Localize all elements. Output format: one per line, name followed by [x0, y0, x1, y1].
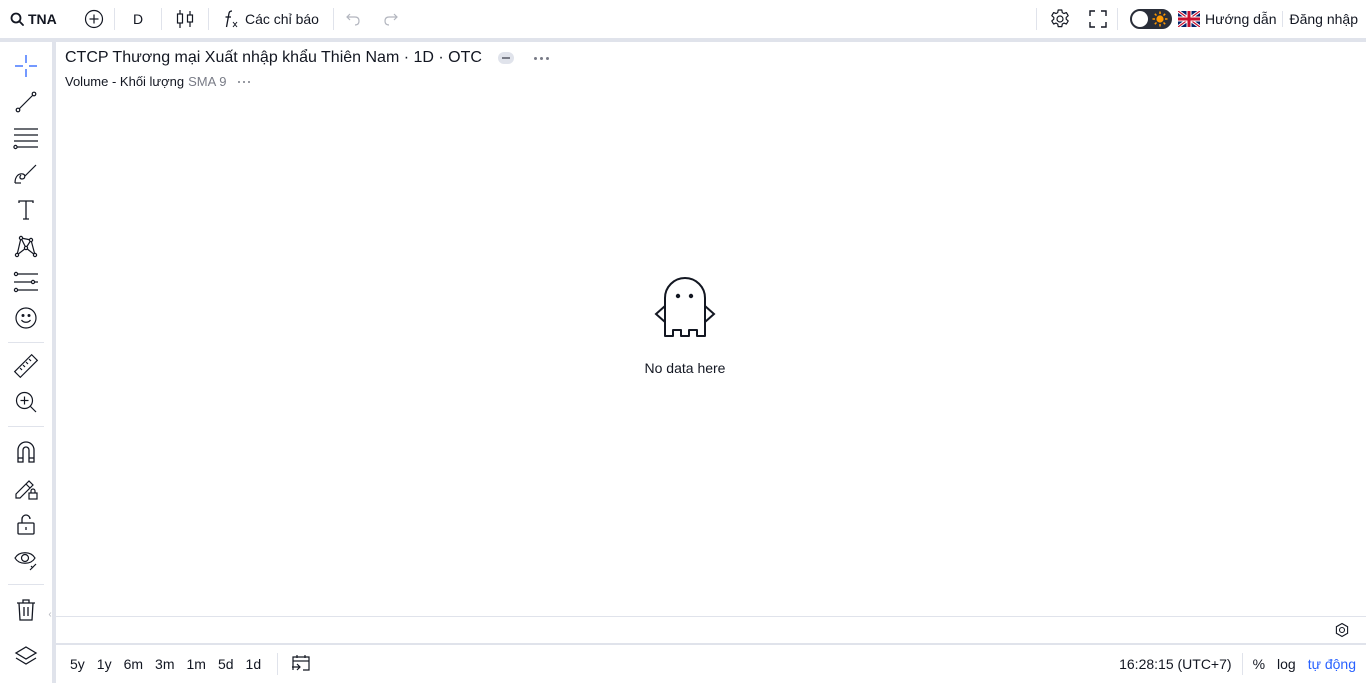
trend-line-icon: [14, 90, 38, 114]
legend-more-button[interactable]: [533, 56, 549, 60]
brush-tool[interactable]: [8, 158, 44, 190]
guide-label: Hướng dẫn: [1205, 11, 1277, 27]
text-tool[interactable]: [8, 194, 44, 226]
remove-drawings-button[interactable]: [8, 594, 44, 626]
emoji-tool[interactable]: [8, 302, 44, 334]
interval-button[interactable]: D: [115, 0, 161, 38]
fullscreen-icon: [1089, 10, 1107, 28]
range-3m-button[interactable]: 3m: [149, 656, 180, 672]
symbol-search-button[interactable]: TNA: [0, 0, 74, 38]
volume-label: Volume - Khối lượng: [65, 74, 185, 89]
emoji-icon: [14, 306, 38, 330]
toolbar-divider: [1036, 8, 1037, 30]
minus-icon: [501, 57, 510, 59]
search-icon: [10, 12, 24, 26]
percent-scale-button[interactable]: %: [1243, 656, 1271, 672]
range-6m-button[interactable]: 6m: [118, 656, 149, 672]
lock-drawing-icon: [13, 475, 39, 501]
indicators-label: Các chỉ báo: [245, 11, 319, 27]
lock-icon: [15, 512, 37, 536]
gear-icon: [1334, 622, 1350, 638]
ruler-icon: [13, 353, 39, 379]
chart-pane[interactable]: CTCP Thương mại Xuất nhập khẩu Thiên Nam…: [56, 42, 1366, 616]
bottom-toolbar: 5y 1y 6m 3m 1m 5d 1d 16:28:15 (UTC+7) % …: [56, 645, 1366, 683]
volume-legend: Volume - Khối lượng SMA 9: [65, 74, 251, 89]
range-1y-button[interactable]: 1y: [91, 656, 118, 672]
fib-lines-icon: [13, 126, 39, 150]
main-series-legend: CTCP Thương mại Xuất nhập khẩu Thiên Nam…: [65, 49, 549, 67]
settings-button[interactable]: [1041, 0, 1079, 38]
fx-icon: [223, 9, 239, 29]
forecast-tool[interactable]: [8, 266, 44, 298]
auto-scale-button[interactable]: tự động: [1302, 656, 1366, 672]
axis-settings-button[interactable]: [1334, 622, 1350, 638]
object-tree-button[interactable]: [8, 640, 44, 672]
magnet-icon: [15, 440, 37, 464]
volume-sma-label: SMA 9: [188, 74, 227, 89]
indicators-button[interactable]: Các chỉ báo: [209, 0, 333, 38]
stay-in-drawing-mode-button[interactable]: [8, 472, 44, 504]
top-toolbar: TNA D Các chỉ báo Hướng dẫn Đăng nhập: [0, 0, 1366, 38]
crosshair-icon: [14, 54, 38, 78]
chevron-left-icon: ‹: [48, 608, 52, 620]
zoom-in-tool[interactable]: [8, 386, 44, 418]
crosshair-tool[interactable]: [8, 50, 44, 82]
guide-link[interactable]: Hướng dẫn: [1178, 0, 1282, 38]
hide-series-button[interactable]: [497, 52, 514, 64]
login-button[interactable]: Đăng nhập: [1283, 0, 1366, 38]
magnet-mode-button[interactable]: [8, 436, 44, 468]
symbol-label: TNA: [28, 11, 57, 27]
plus-circle-icon: [84, 9, 104, 29]
range-5y-button[interactable]: 5y: [64, 656, 91, 672]
candlestick-icon: [176, 9, 194, 29]
ghost-icon: [654, 274, 716, 342]
legend-title: CTCP Thương mại Xuất nhập khẩu Thiên Nam…: [65, 49, 482, 66]
lock-all-drawings-button[interactable]: [8, 508, 44, 540]
redo-button[interactable]: [372, 0, 410, 38]
fib-lines-tool[interactable]: [8, 122, 44, 154]
calendar-goto-icon: [290, 654, 312, 674]
timezone-clock[interactable]: 16:28:15 (UTC+7): [1119, 656, 1241, 672]
pattern-tool[interactable]: [8, 230, 44, 262]
range-1d-button[interactable]: 1d: [240, 656, 268, 672]
no-data-placeholder: No data here: [624, 274, 746, 376]
hide-drawings-button[interactable]: [8, 544, 44, 576]
range-1m-button[interactable]: 1m: [181, 656, 212, 672]
chart-type-button[interactable]: [162, 0, 208, 38]
log-scale-button[interactable]: log: [1271, 656, 1302, 672]
time-axis[interactable]: [56, 616, 1366, 643]
eye-icon: [13, 548, 39, 572]
measure-tool[interactable]: [8, 350, 44, 382]
zoom-in-icon: [14, 390, 38, 414]
theme-toggle[interactable]: [1118, 0, 1178, 38]
forecast-icon: [13, 270, 39, 294]
trash-icon: [15, 598, 37, 622]
toolbar-divider: [8, 342, 44, 343]
redo-icon: [383, 12, 399, 26]
toolbar-divider: [8, 584, 44, 585]
text-icon: [14, 198, 38, 222]
brush-icon: [13, 162, 39, 186]
uk-flag-icon: [1178, 11, 1200, 27]
volume-more-button[interactable]: [238, 80, 251, 83]
trend-line-tool[interactable]: [8, 86, 44, 118]
toolbar-divider: [8, 426, 44, 427]
fullscreen-button[interactable]: [1079, 0, 1117, 38]
drawing-toolbar: [0, 42, 52, 683]
compare-symbol-button[interactable]: [74, 0, 114, 38]
layers-icon: [14, 644, 38, 668]
go-to-date-button[interactable]: [277, 653, 312, 675]
pattern-icon: [14, 234, 38, 258]
collapse-toolbar-button[interactable]: ‹: [46, 603, 54, 625]
no-data-text: No data here: [644, 360, 726, 376]
theme-toggle-icon: [1130, 9, 1172, 29]
undo-button[interactable]: [334, 0, 372, 38]
undo-icon: [345, 12, 361, 26]
gear-icon: [1049, 8, 1071, 30]
range-5d-button[interactable]: 5d: [212, 656, 240, 672]
